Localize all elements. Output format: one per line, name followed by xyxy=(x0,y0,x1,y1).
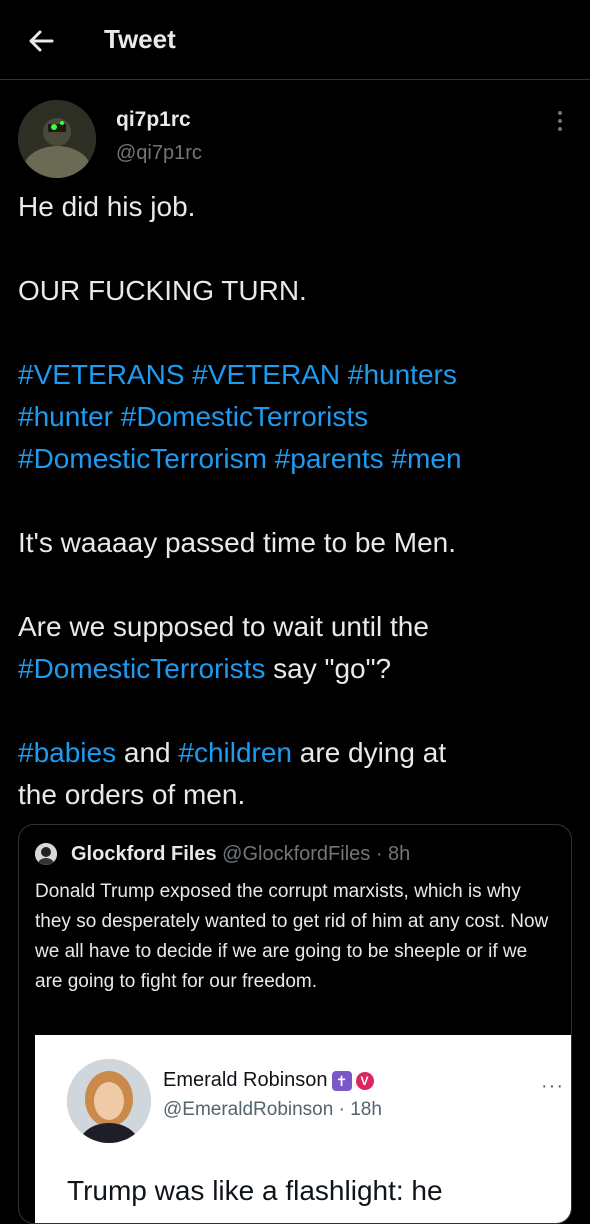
hashtag-link[interactable]: #babies xyxy=(18,737,116,768)
hashtag-link[interactable]: #VETERAN xyxy=(192,359,340,390)
tweet-line: He did his job. xyxy=(18,191,196,222)
hashtag-line: #VETERANS #VETERAN #hunters xyxy=(18,354,578,396)
hashtag-line: #hunter #DomesticTerrorists xyxy=(18,396,578,438)
tweet-line: #DomesticTerrorists say "go"? xyxy=(18,648,578,690)
display-name[interactable]: qi7p1rc xyxy=(116,108,191,132)
hashtag-line: #DomesticTerrorism #parents #men xyxy=(18,438,578,480)
tweet-line: It's waaaay passed time to be Men. xyxy=(18,527,457,558)
quoted-display-name: Glockford Files xyxy=(71,843,217,865)
avatar[interactable] xyxy=(18,100,96,178)
tweet-text-fragment: and xyxy=(116,737,179,768)
embedded-screenshot: Emerald Robinson ✝ V @EmeraldRobinson · 18… xyxy=(35,1035,571,1223)
hashtag-link[interactable]: #VETERANS xyxy=(18,359,185,390)
tweet-text-fragment: say "go"? xyxy=(265,653,392,684)
user-handle[interactable]: @qi7p1rc xyxy=(116,142,202,165)
hashtag-link[interactable]: #DomesticTerrorists xyxy=(121,401,368,432)
more-options-icon[interactable] xyxy=(548,108,572,134)
tweet-line: OUR FUCKING TURN. xyxy=(18,275,307,306)
tweet-line: Are we supposed to wait until the xyxy=(18,611,429,642)
top-bar: Tweet xyxy=(0,0,590,80)
embedded-avatar xyxy=(67,1059,151,1143)
cross-badge-icon: ✝ xyxy=(331,1070,352,1091)
embedded-display-name: Emerald Robinson ✝ V xyxy=(163,1069,374,1092)
hashtag-link[interactable]: #parents xyxy=(275,443,384,474)
hashtag-link[interactable]: #children xyxy=(178,737,292,768)
quoted-avatar xyxy=(35,843,57,865)
verified-badge-icon: V xyxy=(355,1071,374,1090)
back-arrow-icon[interactable] xyxy=(26,26,56,56)
tweet-line: the orders of men. xyxy=(18,779,246,810)
tweet-text: He did his job. OUR FUCKING TURN. #VETER… xyxy=(18,186,578,816)
embedded-more-icon: ··· xyxy=(541,1075,564,1097)
page-title: Tweet xyxy=(104,24,176,54)
hashtag-link[interactable]: #DomesticTerrorism xyxy=(18,443,267,474)
hashtag-link[interactable]: #men xyxy=(391,443,461,474)
hashtag-link[interactable]: #DomesticTerrorists xyxy=(18,653,265,684)
embedded-text: Trump was like a flashlight: he xyxy=(67,1175,443,1206)
quoted-header: Glockford Files @GlockfordFiles · 8h xyxy=(71,843,410,866)
hashtag-link[interactable]: #hunters xyxy=(348,359,457,390)
embedded-name-text: Emerald Robinson xyxy=(163,1069,328,1091)
tweet-line: #babies and #children are dying at xyxy=(18,732,578,774)
embedded-handle: @EmeraldRobinson · 18h xyxy=(163,1099,382,1120)
quoted-tweet-card[interactable]: Glockford Files @GlockfordFiles · 8h Don… xyxy=(18,824,572,1224)
quoted-text: Donald Trump exposed the corrupt marxist… xyxy=(35,881,549,992)
hashtag-link[interactable]: #hunter xyxy=(18,401,113,432)
quoted-meta: @GlockfordFiles · 8h xyxy=(222,843,411,865)
tweet-text-fragment: are dying at xyxy=(292,737,447,768)
